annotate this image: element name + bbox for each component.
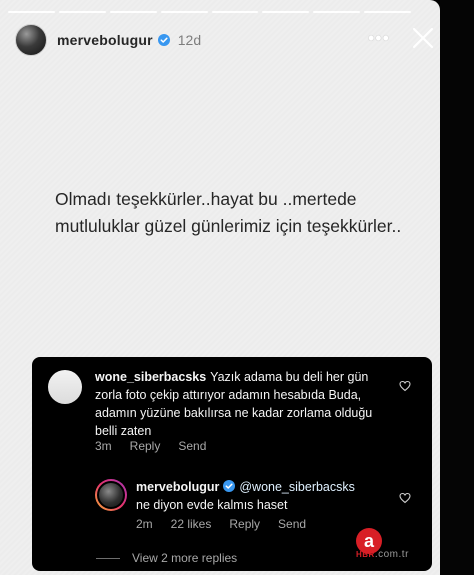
verified-badge-icon bbox=[157, 34, 170, 46]
avatar bbox=[97, 481, 125, 509]
watermark-brand: HBR bbox=[356, 550, 375, 559]
progress-segment bbox=[211, 11, 259, 13]
send-button[interactable]: Send bbox=[178, 439, 206, 453]
comment-body: wone_siberbacsks Yazık adama bu deli her … bbox=[95, 368, 395, 440]
view-more-replies-button[interactable]: View 2 more replies bbox=[96, 551, 237, 565]
watermark-domain: .com.tr bbox=[374, 549, 409, 560]
comment-time: 3m bbox=[95, 439, 112, 453]
progress-segment bbox=[262, 11, 310, 13]
progress-segment bbox=[58, 11, 106, 13]
reply-body: mervebolugur @wone_siberbacsksne diyon ev… bbox=[136, 478, 386, 514]
heart-icon[interactable] bbox=[399, 491, 411, 504]
story-progress-bar bbox=[8, 11, 411, 13]
watermark-text: HBR.com.tr bbox=[356, 549, 409, 560]
progress-segment bbox=[364, 11, 411, 13]
reply-avatar[interactable] bbox=[95, 479, 127, 511]
reply-button[interactable]: Reply bbox=[130, 439, 161, 453]
reply-username[interactable]: mervebolugur bbox=[136, 480, 219, 494]
more-options-icon[interactable]: ••• bbox=[368, 28, 390, 48]
comment-username[interactable]: wone_siberbacsks bbox=[95, 370, 206, 384]
heart-icon[interactable] bbox=[399, 379, 411, 392]
watermark-logo: a HBR.com.tr bbox=[348, 528, 436, 568]
reply-text: ne diyon evde kalmıs haset bbox=[136, 498, 288, 512]
reply-meta: 2m 22 likes Reply Send bbox=[136, 517, 306, 531]
progress-segment bbox=[313, 11, 361, 13]
avatar[interactable] bbox=[15, 24, 47, 56]
story-header: mervebolugur 12d ••• bbox=[15, 22, 435, 58]
story-text: Olmadı teşekkürler..hayat bu ..mertede m… bbox=[55, 189, 402, 236]
send-button[interactable]: Send bbox=[278, 517, 306, 531]
verified-badge-icon bbox=[223, 480, 239, 494]
progress-segment bbox=[109, 11, 157, 13]
story-time: 12d bbox=[177, 32, 202, 48]
comment-meta: 3m Reply Send bbox=[95, 439, 206, 453]
reply-likes[interactable]: 22 likes bbox=[171, 517, 212, 531]
story-username[interactable]: mervebolugur bbox=[57, 32, 153, 48]
progress-segment bbox=[160, 11, 208, 13]
progress-segment bbox=[8, 11, 55, 13]
viewer-background bbox=[440, 0, 474, 575]
close-icon[interactable] bbox=[411, 26, 435, 50]
reply-button[interactable]: Reply bbox=[229, 517, 260, 531]
comment-avatar[interactable] bbox=[48, 370, 82, 404]
reply-time: 2m bbox=[136, 517, 153, 531]
reply-mention[interactable]: @wone_siberbacsks bbox=[239, 480, 355, 494]
story-viewer[interactable]: mervebolugur 12d ••• Olmadı teşekkürler.… bbox=[0, 0, 440, 575]
